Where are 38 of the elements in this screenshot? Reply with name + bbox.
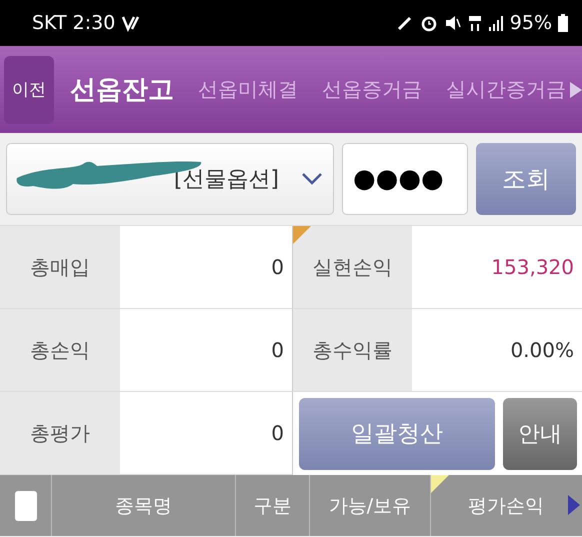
battery-level: 95%	[510, 12, 552, 34]
signal-icon	[488, 14, 504, 32]
summary-label: 총수익률	[312, 336, 392, 364]
summary-value: 0.00%	[412, 309, 582, 392]
scroll-right-icon[interactable]	[570, 81, 582, 99]
summary-value: 0	[120, 392, 292, 475]
summary-label: 실현손익	[312, 254, 392, 280]
query-button[interactable]: 조회	[476, 143, 576, 215]
summary-value: 0	[120, 309, 292, 392]
summary-label: 총평가	[0, 392, 120, 475]
summary-label: 총매입	[0, 226, 120, 309]
tab[interactable]: 실시간증거금	[446, 76, 566, 103]
column-header[interactable]: 구분	[236, 475, 310, 536]
password-field[interactable]: ●●●●	[342, 143, 468, 215]
column-header[interactable]: 평가손익	[431, 475, 581, 536]
select-all-checkbox[interactable]	[14, 490, 36, 520]
corner-marker-icon	[293, 226, 311, 244]
back-button[interactable]: 이전	[4, 56, 54, 124]
mute-icon	[444, 14, 462, 32]
tab[interactable]: 선옵잔고	[70, 72, 174, 107]
account-name: [선물옵션]	[174, 166, 279, 194]
guide-button[interactable]: 안내	[503, 398, 577, 470]
clock: 2:30	[72, 12, 116, 34]
column-header[interactable]: 종목명	[52, 475, 236, 536]
summary-label: 총손익	[0, 309, 120, 392]
pen-icon	[396, 14, 414, 32]
summary-value: 0	[120, 226, 292, 309]
scroll-right-icon[interactable]	[568, 495, 580, 515]
chevron-down-icon	[301, 172, 323, 186]
battery-icon	[558, 14, 568, 32]
alarm-icon	[420, 14, 438, 32]
tab[interactable]: 선옵미체결	[198, 76, 298, 103]
column-header[interactable]: 가능/보유	[310, 475, 431, 536]
liquidate-all-button[interactable]: 일괄청산	[299, 398, 495, 470]
tab[interactable]: 선옵증거금	[322, 76, 422, 103]
account-dropdown[interactable]: [선물옵션]	[6, 143, 334, 215]
summary-value: 153,320	[412, 226, 582, 309]
carrier: SKT	[32, 12, 67, 34]
